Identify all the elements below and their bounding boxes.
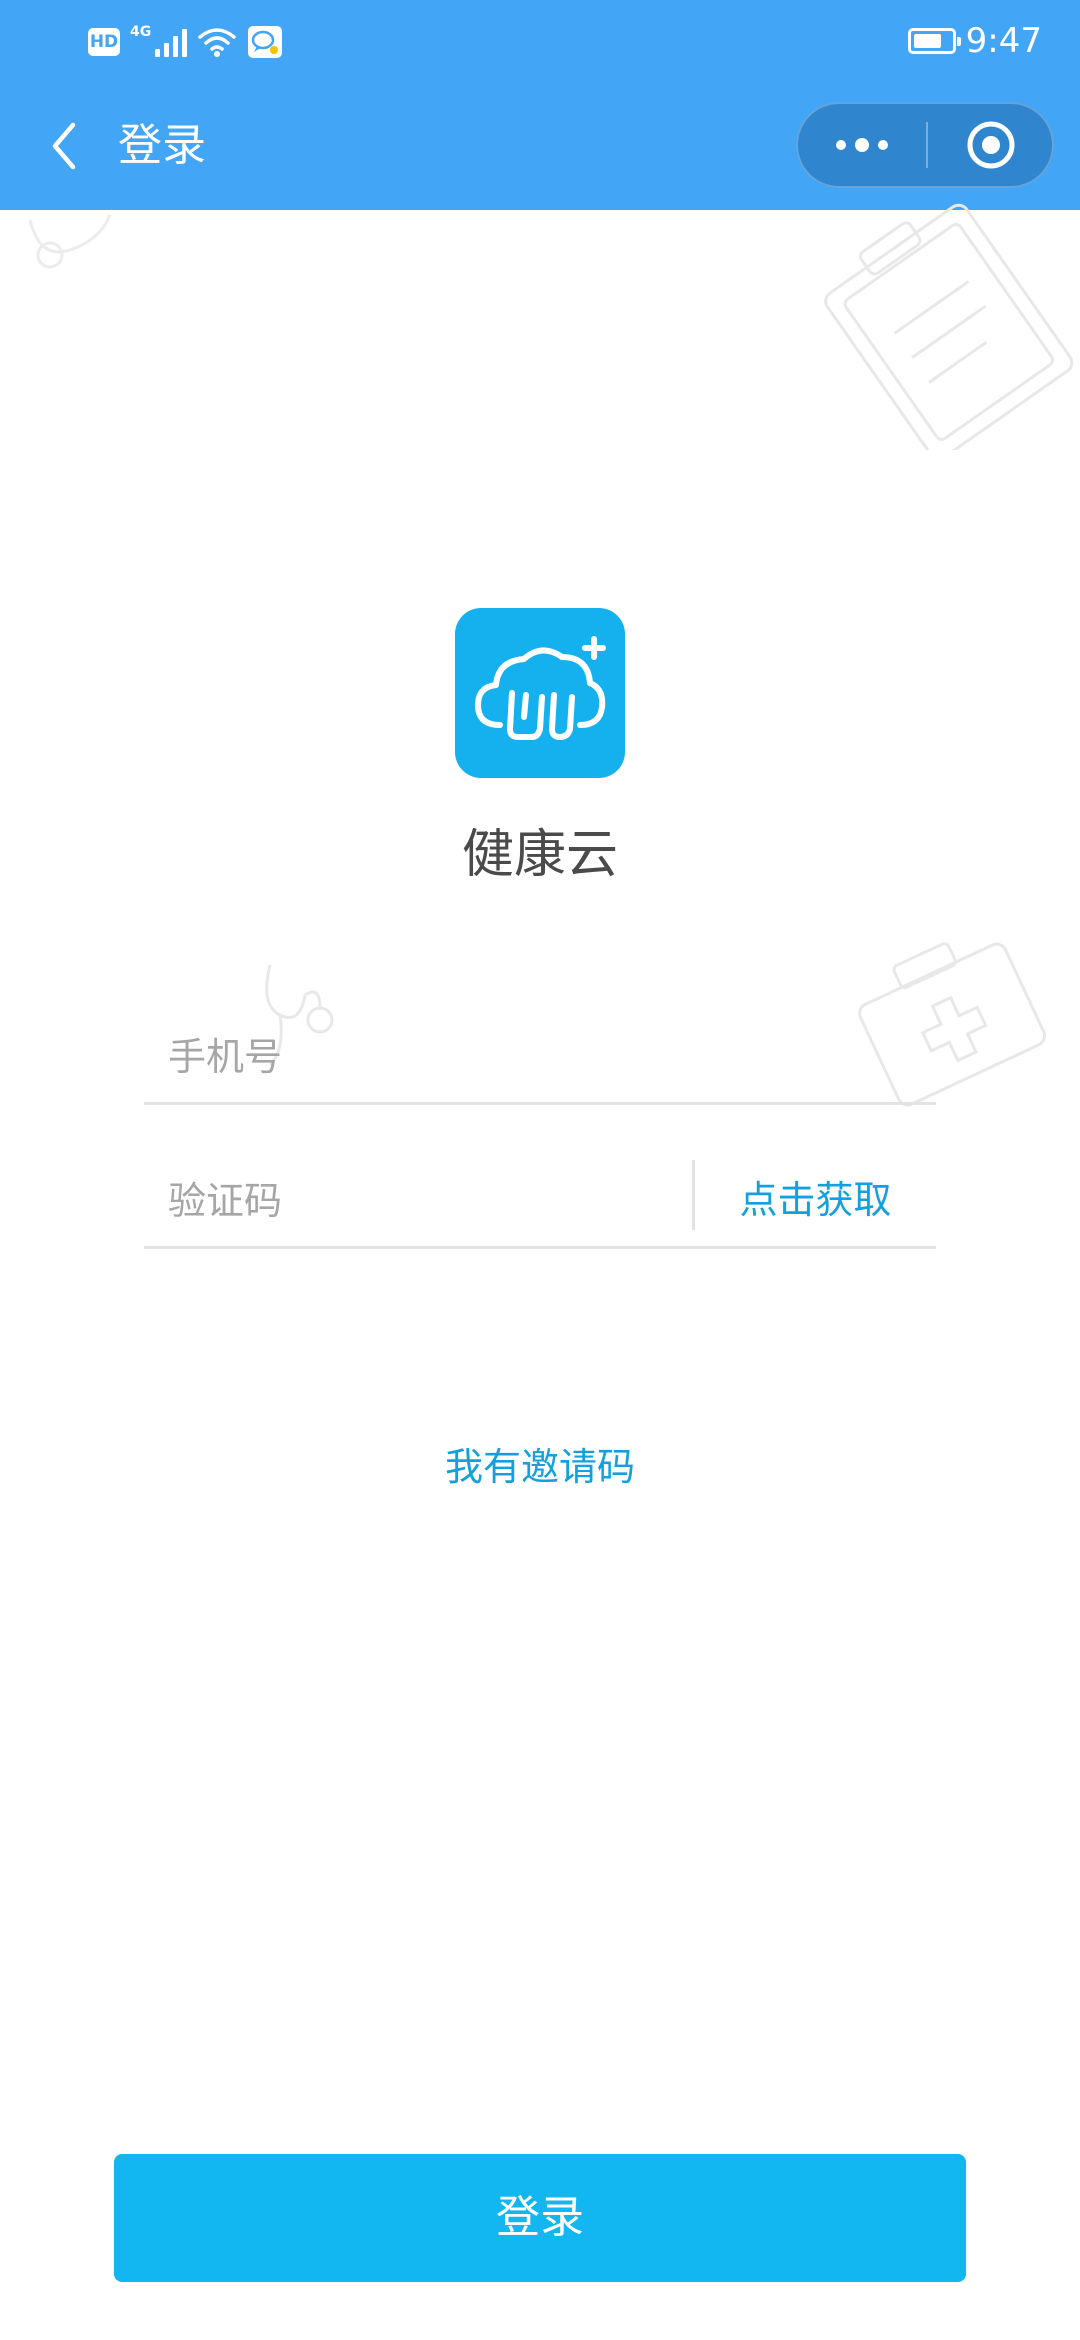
- invite-code-link[interactable]: 我有邀请码: [0, 1436, 1080, 1491]
- message-notification-icon: [247, 25, 283, 59]
- more-dots-icon: [836, 140, 846, 150]
- verification-code-field: 点击获取: [144, 1156, 936, 1249]
- battery-level-fill: [913, 34, 941, 48]
- hd-badge: HD: [88, 28, 120, 56]
- wifi-icon: [197, 26, 237, 58]
- back-button[interactable]: [34, 116, 94, 176]
- clock-time: 9:47: [965, 21, 1042, 61]
- close-mini-program-button[interactable]: [928, 104, 1054, 186]
- app-name: 健康云: [461, 825, 618, 885]
- more-dots-icon-center: [855, 138, 869, 152]
- status-right: 9:47: [907, 18, 1042, 64]
- more-button[interactable]: [798, 104, 926, 186]
- verification-code-input[interactable]: [166, 1156, 670, 1246]
- status-left-icons: HD 4G: [88, 22, 283, 62]
- battery-icon: [907, 28, 961, 54]
- mini-program-capsule: [796, 102, 1054, 188]
- chevron-left-icon: [52, 122, 76, 170]
- health-cloud-logo-icon: [475, 636, 606, 741]
- more-dots-icon-right: [878, 140, 888, 150]
- status-bar: HD 4G 9:47: [0, 0, 1080, 82]
- clipboard-deco-icon: [824, 203, 1074, 450]
- get-code-button[interactable]: 点击获取: [695, 1156, 936, 1244]
- login-button[interactable]: 登录: [114, 2154, 966, 2282]
- app-logo: [455, 608, 625, 778]
- stethoscope-deco-icon: [28, 214, 112, 269]
- phone-field: [144, 1012, 936, 1105]
- page-title: 登录: [118, 120, 206, 171]
- target-circle-icon: [967, 121, 1015, 169]
- signal-icon: [155, 27, 188, 57]
- nav-bar: 登录: [0, 82, 1080, 210]
- network-type-label: 4G: [130, 24, 152, 40]
- phone-input[interactable]: [166, 1012, 670, 1102]
